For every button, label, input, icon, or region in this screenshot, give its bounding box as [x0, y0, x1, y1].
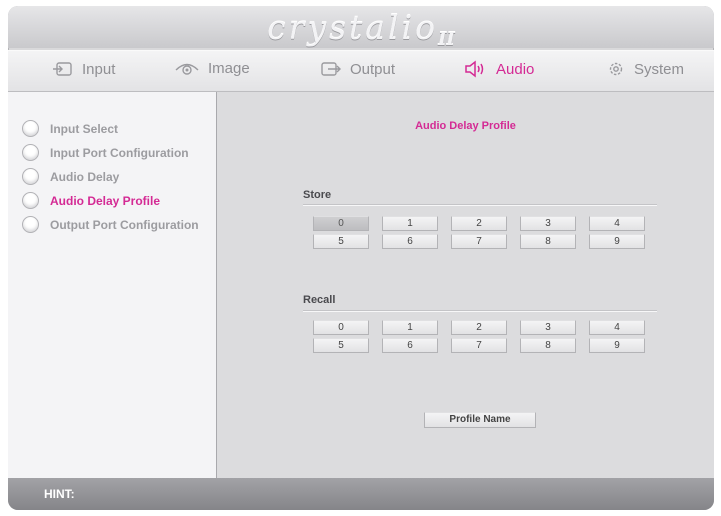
store-button-5[interactable]: 5 — [313, 234, 369, 249]
tab-output-label: Output — [350, 60, 396, 78]
store-button-4[interactable]: 4 — [589, 216, 645, 231]
main-nav: Input Image Output Audio System — [8, 50, 714, 92]
sidebar-item-label: Input Select — [50, 121, 119, 136]
tab-image[interactable]: Image — [174, 60, 250, 77]
tab-system-label: System — [634, 60, 685, 78]
header: crystalioII — [8, 6, 714, 50]
input-icon — [53, 62, 72, 76]
recall-button-4[interactable]: 4 — [589, 320, 645, 335]
sidebar-item-label: Output Port Configuration — [50, 217, 199, 232]
recall-button-7[interactable]: 7 — [451, 338, 507, 353]
hint-label: HINT: — [44, 487, 75, 501]
main-panel: Audio Delay Profile Store 0 1 2 3 4 5 6 … — [217, 92, 714, 478]
gear-icon — [609, 62, 623, 76]
radio-icon — [22, 144, 39, 161]
recall-button-8[interactable]: 8 — [520, 338, 576, 353]
tab-input-label: Input — [82, 60, 116, 78]
recall-button-9[interactable]: 9 — [589, 338, 645, 353]
recall-button-grid: 0 1 2 3 4 5 6 7 8 9 — [313, 320, 653, 353]
tab-audio-label: Audio — [496, 60, 535, 78]
store-button-0[interactable]: 0 — [313, 216, 369, 231]
tab-input[interactable]: Input — [52, 60, 115, 78]
recall-button-0[interactable]: 0 — [313, 320, 369, 335]
store-button-7[interactable]: 7 — [451, 234, 507, 249]
radio-icon — [22, 168, 39, 185]
sidebar-item-label: Input Port Configuration — [50, 145, 189, 160]
eye-icon — [175, 63, 199, 75]
sidebar-item-output-port-configuration[interactable]: Output Port Configuration — [22, 216, 199, 233]
store-button-6[interactable]: 6 — [382, 234, 438, 249]
speaker-icon — [465, 60, 484, 78]
recall-button-1[interactable]: 1 — [382, 320, 438, 335]
logo: crystalioII — [8, 8, 714, 50]
page-title: Audio Delay Profile — [415, 120, 516, 132]
tab-audio[interactable]: Audio — [464, 60, 534, 78]
recall-button-5[interactable]: 5 — [313, 338, 369, 353]
hint-bar: HINT: — [8, 478, 714, 510]
store-button-1[interactable]: 1 — [382, 216, 438, 231]
sidebar-item-input-port-configuration[interactable]: Input Port Configuration — [22, 144, 189, 161]
sidebar-item-label: Audio Delay — [50, 169, 120, 184]
sidebar-item-audio-delay[interactable]: Audio Delay — [22, 168, 119, 185]
tab-image-label: Image — [208, 60, 250, 77]
radio-icon — [22, 192, 39, 209]
output-icon — [321, 62, 341, 76]
recall-button-2[interactable]: 2 — [451, 320, 507, 335]
tab-system[interactable]: System — [606, 60, 684, 78]
sidebar: Input Select Input Port Configuration Au… — [8, 92, 217, 478]
store-divider — [303, 204, 657, 206]
recall-label: Recall — [303, 294, 336, 306]
sidebar-item-label: Audio Delay Profile — [50, 193, 161, 208]
sidebar-item-audio-delay-profile[interactable]: Audio Delay Profile — [22, 192, 160, 209]
store-button-2[interactable]: 2 — [451, 216, 507, 231]
logo-text: crystalio — [267, 8, 438, 47]
recall-button-3[interactable]: 3 — [520, 320, 576, 335]
store-button-grid: 0 1 2 3 4 5 6 7 8 9 — [313, 216, 653, 249]
store-button-3[interactable]: 3 — [520, 216, 576, 231]
tab-output[interactable]: Output — [320, 60, 395, 78]
radio-icon — [22, 216, 39, 233]
recall-button-6[interactable]: 6 — [382, 338, 438, 353]
profile-name-button[interactable]: Profile Name — [424, 412, 536, 428]
store-label: Store — [303, 189, 332, 201]
recall-divider — [303, 310, 657, 312]
app-window: crystalioII Input Image Output Audio Sys… — [8, 6, 714, 510]
store-button-9[interactable]: 9 — [589, 234, 645, 249]
store-button-8[interactable]: 8 — [520, 234, 576, 249]
sidebar-item-input-select[interactable]: Input Select — [22, 120, 118, 137]
radio-icon — [22, 120, 39, 137]
logo-suffix: II — [437, 29, 455, 50]
